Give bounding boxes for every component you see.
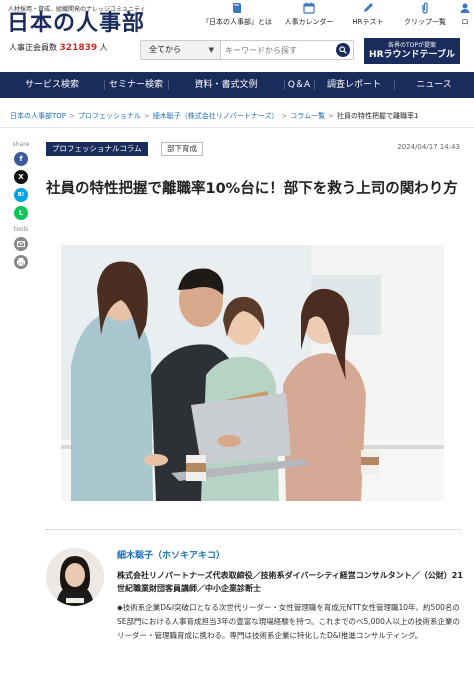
hatena-icon: B! (17, 192, 25, 198)
published-date: 2024/04/17 14:43 (397, 143, 460, 151)
site-header: 人材採用・育成、組織開発のナレッジコミュニティ 日本の人事部 人事正会員数 32… (0, 0, 474, 66)
top-link-calendar[interactable]: 人事カレンダー (281, 2, 337, 27)
category-badge[interactable]: プロフェッショナルコラム (46, 142, 148, 156)
author-avatar[interactable] (46, 548, 104, 606)
hero-photo (61, 245, 444, 501)
author-bio: ◆技術系企業D&I突破口となる次世代リーダー・女性管理職を育成元NTT女性管理職… (117, 603, 460, 640)
top-link-hrtest-label: HRテスト (352, 18, 384, 26)
search-button[interactable] (336, 43, 350, 57)
breadcrumb-home[interactable]: 日本の人事部TOP (10, 112, 66, 120)
members-suffix: 人 (99, 43, 108, 52)
breadcrumb-author[interactable]: 細木聡子（株式会社リノパートナーズ） (153, 112, 279, 120)
calendar-icon (303, 2, 315, 14)
nav-item-services[interactable]: サービス検索 (0, 72, 104, 98)
top-link-about-label: 『日本の人事部』とは (202, 18, 272, 26)
search-scope-value: 全てから (149, 45, 181, 54)
top-link-clips[interactable]: クリップ一覧 (401, 2, 449, 27)
mail-button[interactable] (14, 237, 28, 251)
top-link-clips-label: クリップ一覧 (404, 18, 446, 26)
search-scope-select[interactable]: 全てから ▼ (141, 41, 221, 59)
breadcrumb-current: 社員の特性把握で離職率1 (336, 112, 419, 120)
article-title: 社員の特性把握で離職率10%台に！部下を救う上司の関わり方 (46, 181, 458, 197)
nav-item-news[interactable]: ニュース (394, 72, 474, 98)
global-nav: サービス検索 セミナー検索 資料・書式文例 Q＆A 調査レポート ニュース (0, 72, 474, 98)
top-link-login-label: ロ (461, 18, 469, 26)
members-prefix: 人事正会員数 (9, 43, 57, 52)
breadcrumb: 日本の人事部TOP > プロフェッショナル > 細木聡子（株式会社リノパートナーズ） > コ… (10, 111, 470, 121)
topic-tag[interactable]: 部下育成 (161, 142, 203, 156)
nav-item-qa[interactable]: Q＆A (284, 72, 314, 98)
search-bar: 全てから ▼ (140, 40, 354, 60)
search-input[interactable] (225, 42, 325, 58)
breadcrumb-divider (0, 127, 474, 128)
share-column: share f X B! L tools (10, 141, 32, 269)
print-icon (17, 258, 25, 267)
share-label: share (12, 141, 30, 148)
line-share-button[interactable]: L (14, 206, 28, 220)
nav-item-documents[interactable]: 資料・書式文例 (168, 72, 284, 98)
promo-line2: HRラウンドテーブル (369, 50, 455, 60)
breadcrumb-separator: > (143, 112, 150, 120)
author-affiliation: 株式会社リノパートナーズ代表取締役／技術系ダイバーシティ経営コンサルタント／（公… (117, 571, 463, 593)
print-button[interactable] (14, 255, 28, 269)
site-logo[interactable]: 日本の人事部 (7, 11, 145, 37)
nav-item-seminars[interactable]: セミナー検索 (104, 72, 168, 98)
members-count: 321839 (59, 43, 98, 53)
top-link-about[interactable]: 『日本の人事部』とは (201, 2, 273, 27)
nav-item-reports[interactable]: 調査レポート (314, 72, 394, 98)
login-icon (460, 3, 470, 13)
breadcrumb-separator: > (69, 112, 75, 120)
tools-label: tools (13, 226, 29, 233)
search-icon (339, 46, 347, 54)
mail-icon (17, 241, 25, 247)
hr-roundtable-banner[interactable]: 各界のTOPが提案 HRラウンドテーブル (364, 38, 460, 64)
breadcrumb-professional[interactable]: プロフェッショナル (78, 112, 141, 120)
breadcrumb-separator: > (328, 112, 334, 120)
breadcrumb-column-list[interactable]: コラム一覧 (290, 112, 325, 120)
facebook-share-button[interactable]: f (14, 152, 28, 166)
top-link-calendar-label: 人事カレンダー (284, 18, 334, 26)
breadcrumb-separator: > (281, 112, 288, 120)
clip-icon (422, 2, 428, 14)
book-icon (233, 3, 241, 13)
top-link-login[interactable]: ロ (457, 2, 473, 27)
line-icon: L (18, 209, 24, 217)
pencil-icon (364, 3, 373, 12)
facebook-icon: f (19, 155, 23, 163)
top-link-hrtest[interactable]: HRテスト (345, 2, 391, 27)
promo-line1: 各界のTOPが提案 (387, 42, 436, 49)
author-portrait (46, 548, 104, 606)
x-icon: X (18, 173, 24, 181)
section-divider (46, 529, 460, 530)
top-links: 『日本の人事部』とは 人事カレンダー HRテスト クリップ一覧 ロ (195, 2, 474, 34)
hatena-share-button[interactable]: B! (14, 188, 28, 202)
members-count-line: 人事正会員数 321839 人 (9, 42, 108, 53)
chevron-down-icon: ▼ (208, 46, 214, 54)
hero-photo-illustration (61, 245, 444, 501)
x-share-button[interactable]: X (14, 170, 28, 184)
author-name[interactable]: 細木聡子（ホソキアキコ） (117, 548, 225, 561)
